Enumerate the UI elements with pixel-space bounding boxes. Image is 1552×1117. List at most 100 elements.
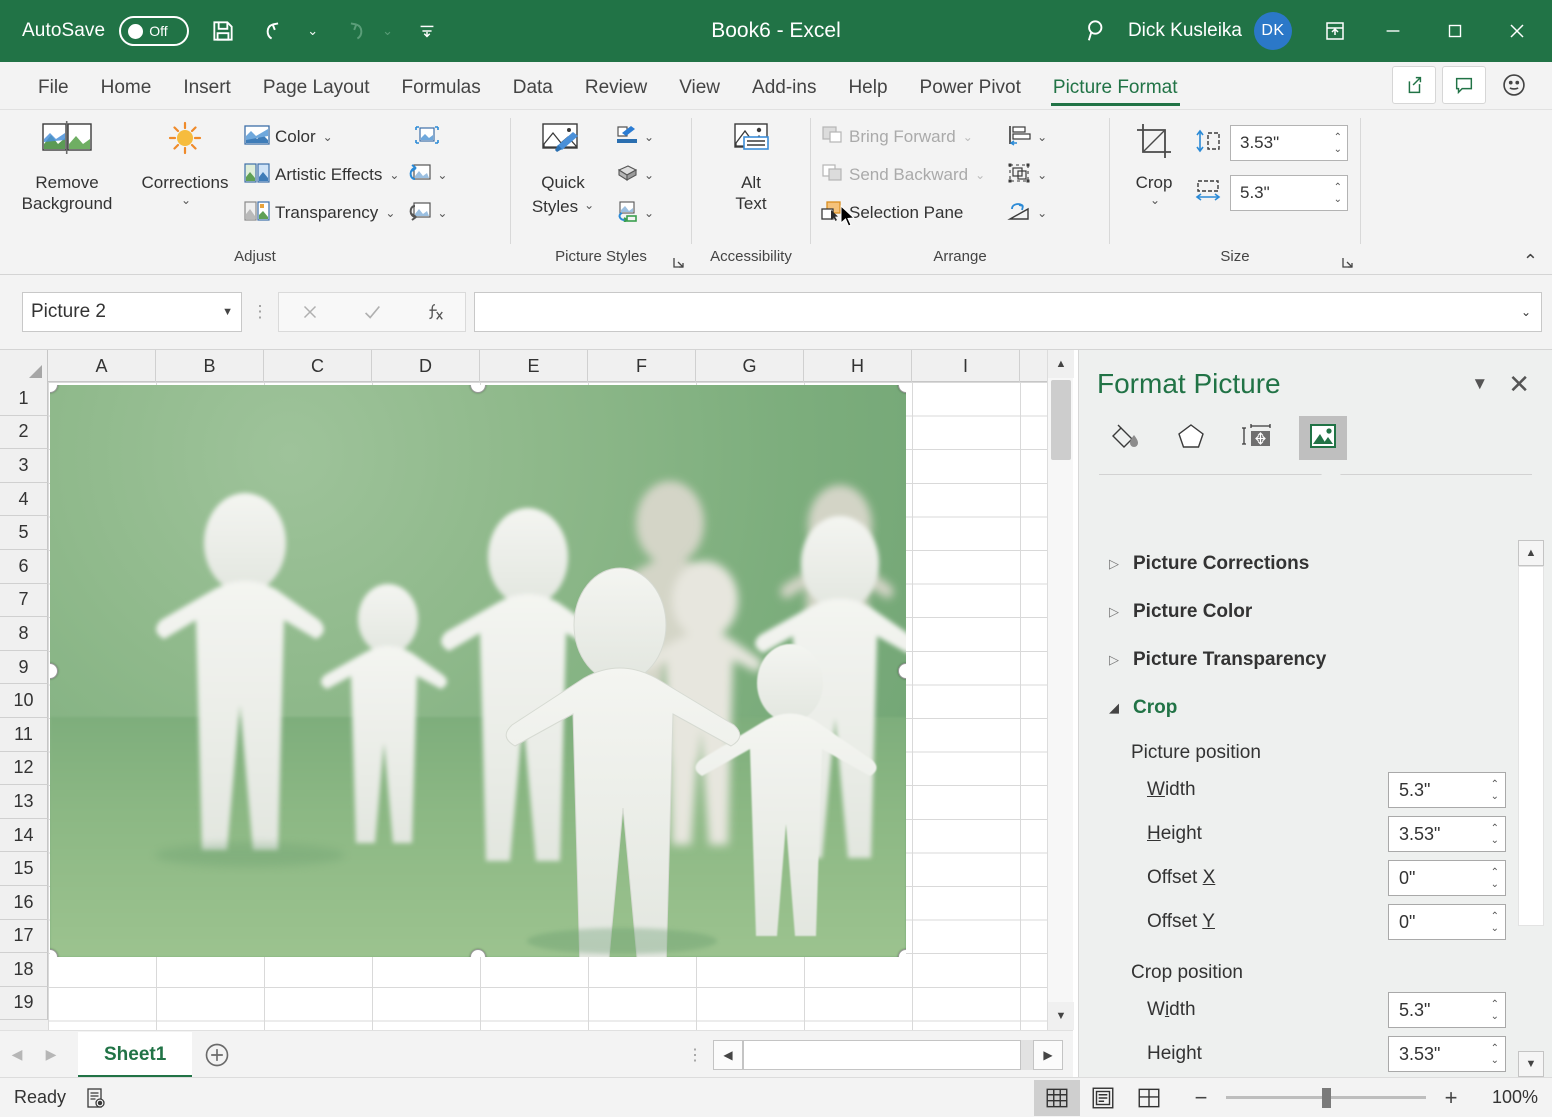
page-layout-view-icon[interactable] xyxy=(1080,1080,1126,1116)
column-header-f[interactable]: F xyxy=(588,350,696,382)
scroll-down-icon[interactable]: ▼ xyxy=(1518,1051,1544,1077)
alt-text-button[interactable]: Alt Text xyxy=(714,116,788,218)
picture-position-offset-x-input[interactable]: 0" ⌃ ⌄ xyxy=(1388,860,1506,896)
zoom-out-icon[interactable]: − xyxy=(1190,1086,1212,1108)
row-header-5[interactable]: 5 xyxy=(0,516,48,550)
horizontal-scrollbar-thumb[interactable] xyxy=(743,1039,1021,1070)
shape-height-input[interactable]: 3.53" ⌃ ⌄ xyxy=(1230,125,1348,161)
picture-position-width-input[interactable]: 5.3" ⌃ ⌄ xyxy=(1388,772,1506,808)
artistic-effects-chevron-down-icon[interactable]: ⌄ xyxy=(389,168,399,182)
minimize-icon[interactable] xyxy=(1362,0,1424,62)
scroll-up-icon[interactable]: ▲ xyxy=(1518,540,1544,566)
horizontal-scrollbar-track[interactable] xyxy=(743,1039,1033,1070)
zoom-slider-thumb[interactable] xyxy=(1322,1088,1331,1108)
shape-height-stepper[interactable]: ⌃ ⌄ xyxy=(1334,126,1342,160)
picture-transparency-button[interactable]: Transparency ⌄ xyxy=(239,194,404,232)
picture-border-button[interactable]: ⌄ xyxy=(611,118,657,156)
tab-add-ins[interactable]: Add-ins xyxy=(736,73,832,109)
row-header-14[interactable]: 14 xyxy=(0,818,48,853)
row-header-12[interactable]: 12 xyxy=(0,751,48,786)
corrections-chevron-down-icon[interactable]: ⌄ xyxy=(181,193,191,207)
close-pane-icon[interactable]: ✕ xyxy=(1502,371,1536,397)
collapse-ribbon-icon[interactable]: ⌃ xyxy=(1523,251,1538,272)
picture-border-chevron-down-icon[interactable]: ⌄ xyxy=(644,130,654,144)
row-header-6[interactable]: 6 xyxy=(0,549,48,584)
row-header-10[interactable]: 10 xyxy=(0,684,48,718)
customize-quick-access-toolbar-icon[interactable] xyxy=(407,11,447,51)
tab-data[interactable]: Data xyxy=(497,73,569,109)
picture-color-button[interactable]: Color ⌄ xyxy=(239,118,404,156)
rotate-objects-button[interactable]: ⌄ xyxy=(1004,194,1050,232)
corrections-button[interactable]: Corrections ⌄ xyxy=(131,116,239,211)
search-icon[interactable] xyxy=(1066,0,1128,62)
picture-styles-dialog-launcher-icon[interactable] xyxy=(671,255,687,271)
picture-position-offset-y-stepper[interactable]: ⌃ ⌄ xyxy=(1491,905,1499,939)
comments-icon[interactable] xyxy=(1442,66,1486,104)
column-header-c[interactable]: C xyxy=(264,350,372,382)
row-header-13[interactable]: 13 xyxy=(0,785,48,819)
row-header-17[interactable]: 17 xyxy=(0,919,48,954)
row-header-9[interactable]: 9 xyxy=(0,650,48,685)
tab-formulas[interactable]: Formulas xyxy=(386,73,497,109)
rotate-objects-chevron-down-icon[interactable]: ⌄ xyxy=(1037,206,1047,220)
tab-view[interactable]: View xyxy=(663,73,736,109)
picture-effects-button[interactable]: ⌄ xyxy=(611,156,657,194)
pane-scrollbar-thumb[interactable] xyxy=(1518,566,1544,926)
scroll-down-icon[interactable]: ▼ xyxy=(1048,1002,1074,1030)
row-header-15[interactable]: 15 xyxy=(0,852,48,886)
tab-help[interactable]: Help xyxy=(832,73,903,109)
tab-power-pivot[interactable]: Power Pivot xyxy=(904,73,1037,109)
section-picture-color[interactable]: ▷ Picture Color xyxy=(1079,588,1552,636)
pane-scrollbar[interactable]: ▲ ▼ xyxy=(1518,540,1544,1077)
column-header-a[interactable]: A xyxy=(48,350,156,382)
zoom-level[interactable]: 100% xyxy=(1476,1087,1538,1108)
row-header-18[interactable]: 18 xyxy=(0,953,48,987)
crop-position-width-stepper[interactable]: ⌃ ⌄ xyxy=(1491,993,1499,1027)
scroll-left-icon[interactable]: ◀ xyxy=(713,1039,743,1070)
align-objects-button[interactable]: ⌄ xyxy=(1004,118,1050,156)
tab-picture-format[interactable]: Picture Format xyxy=(1037,73,1194,109)
column-header-g[interactable]: G xyxy=(696,350,804,382)
restore-icon[interactable] xyxy=(1424,0,1486,62)
remove-background-button[interactable]: Remove Background xyxy=(4,116,130,218)
align-objects-chevron-down-icon[interactable]: ⌄ xyxy=(1037,130,1047,144)
shape-width-input[interactable]: 5.3" ⌃ ⌄ xyxy=(1230,175,1348,211)
tab-file[interactable]: File xyxy=(22,73,85,109)
row-header-3[interactable]: 3 xyxy=(0,449,48,483)
tab-page-layout[interactable]: Page Layout xyxy=(247,73,386,109)
pane-options-icon[interactable]: ▼ xyxy=(1457,374,1502,394)
section-picture-corrections[interactable]: ▷ Picture Corrections xyxy=(1079,540,1552,588)
picture-effects-chevron-down-icon[interactable]: ⌄ xyxy=(644,168,654,182)
crop-position-height-input[interactable]: 3.53" ⌃ ⌄ xyxy=(1388,1036,1506,1072)
picture-layout-button[interactable]: ⌄ xyxy=(611,194,657,232)
crop-button[interactable]: Crop ⌄ xyxy=(1114,116,1194,211)
section-picture-transparency[interactable]: ▷ Picture Transparency xyxy=(1079,636,1552,684)
section-crop[interactable]: ◢ Crop xyxy=(1079,684,1552,732)
row-header-16[interactable]: 16 xyxy=(0,885,48,920)
next-sheet-icon[interactable]: ▶ xyxy=(34,1033,68,1077)
name-box-chevron-down-icon[interactable]: ▼ xyxy=(222,306,233,318)
crop-position-height-stepper[interactable]: ⌃ ⌄ xyxy=(1491,1037,1499,1071)
group-objects-chevron-down-icon[interactable]: ⌄ xyxy=(1037,168,1047,182)
crop-position-width-input[interactable]: 5.3" ⌃ ⌄ xyxy=(1388,992,1506,1028)
compress-pictures-button[interactable] xyxy=(404,118,450,156)
zoom-in-icon[interactable]: + xyxy=(1440,1086,1462,1108)
pane-tab-effects[interactable] xyxy=(1167,416,1215,460)
pane-tab-fill-and-line[interactable] xyxy=(1101,416,1149,460)
sheet-tab-sheet1[interactable]: Sheet1 xyxy=(78,1031,193,1078)
autosave-toggle[interactable]: Off xyxy=(119,16,190,46)
row-header-11[interactable]: 11 xyxy=(0,717,48,752)
previous-sheet-icon[interactable]: ◀ xyxy=(0,1033,34,1077)
artistic-effects-button[interactable]: Artistic Effects ⌄ xyxy=(239,156,404,194)
row-header-4[interactable]: 4 xyxy=(0,482,48,517)
normal-view-icon[interactable] xyxy=(1034,1079,1080,1116)
user-name[interactable]: Dick Kusleika xyxy=(1128,20,1242,42)
horizontal-scrollbar[interactable]: ◀ ▶ xyxy=(713,1039,1063,1070)
quick-styles-chevron-down-icon[interactable]: ⌄ xyxy=(584,198,594,212)
add-sheet-icon[interactable] xyxy=(192,1033,242,1077)
reset-picture-button[interactable]: ⌄ xyxy=(404,194,450,232)
undo-icon[interactable] xyxy=(257,11,297,51)
smiley-feedback-icon[interactable] xyxy=(1492,66,1536,104)
row-header-2[interactable]: 2 xyxy=(0,415,48,450)
insert-function-icon[interactable] xyxy=(403,293,465,331)
